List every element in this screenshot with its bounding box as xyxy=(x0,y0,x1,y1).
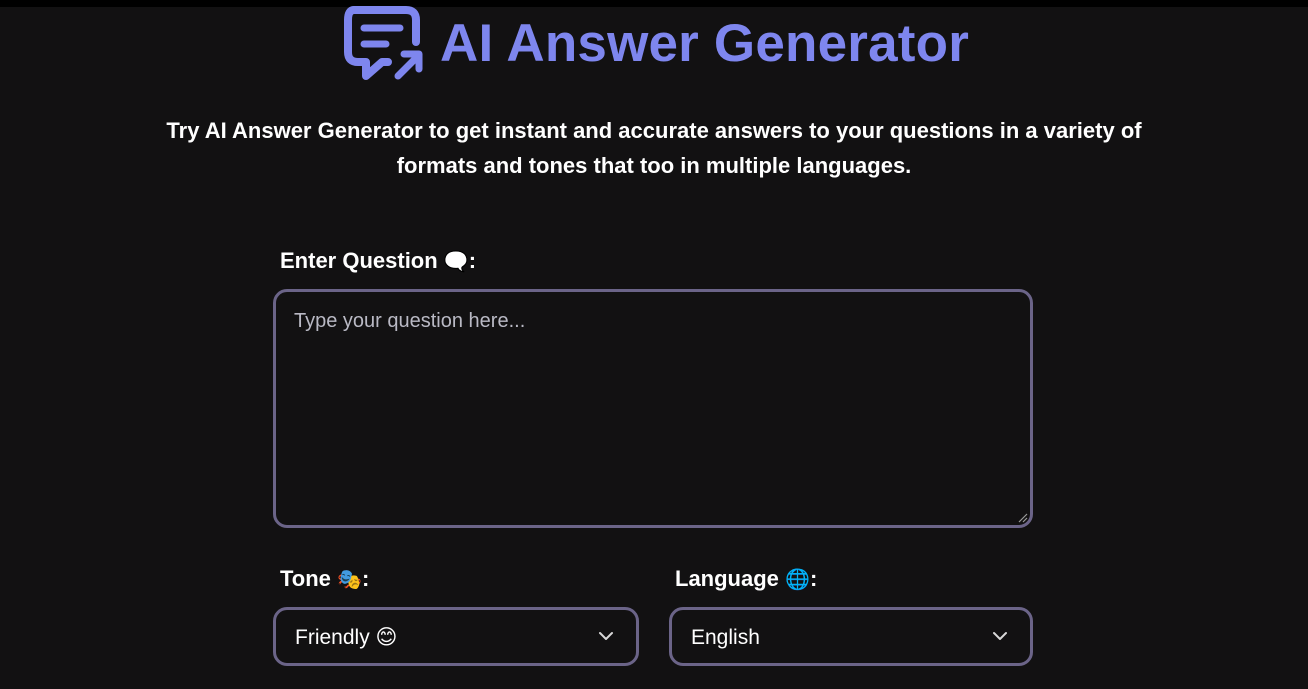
language-label: Language 🌐: xyxy=(675,565,817,594)
question-label: Enter Question 🗨️: xyxy=(280,247,476,276)
app-title: AI Answer Generator xyxy=(440,14,970,73)
chat-bubble-share-icon xyxy=(344,6,423,80)
page-description: Try AI Answer Generator to get instant a… xyxy=(166,118,1142,178)
language-select[interactable]: English xyxy=(669,607,1033,666)
chevron-down-icon xyxy=(993,632,1007,640)
tone-label: Tone 🎭: xyxy=(280,565,369,594)
speech-bubble-icon: 🗨️ xyxy=(443,251,469,273)
resize-handle-icon[interactable] xyxy=(1018,513,1028,523)
question-label-colon: : xyxy=(468,248,477,273)
tone-select[interactable]: Friendly 😊 xyxy=(273,607,639,666)
language-label-text: Language xyxy=(675,566,779,591)
header: AI Answer Generator xyxy=(0,0,1308,90)
theater-masks-icon: 🎭 xyxy=(337,569,362,591)
question-field[interactable] xyxy=(273,289,1033,528)
question-label-text: Enter Question xyxy=(280,248,438,273)
tone-label-colon: : xyxy=(361,566,370,591)
tone-label-text: Tone xyxy=(280,566,331,591)
language-selected-value: English xyxy=(691,626,760,649)
language-label-colon: : xyxy=(809,566,818,591)
globe-icon: 🌐 xyxy=(785,569,810,591)
chevron-down-icon xyxy=(599,632,613,640)
tone-selected-value: Friendly 😊 xyxy=(295,626,398,649)
question-input[interactable] xyxy=(294,310,1012,507)
